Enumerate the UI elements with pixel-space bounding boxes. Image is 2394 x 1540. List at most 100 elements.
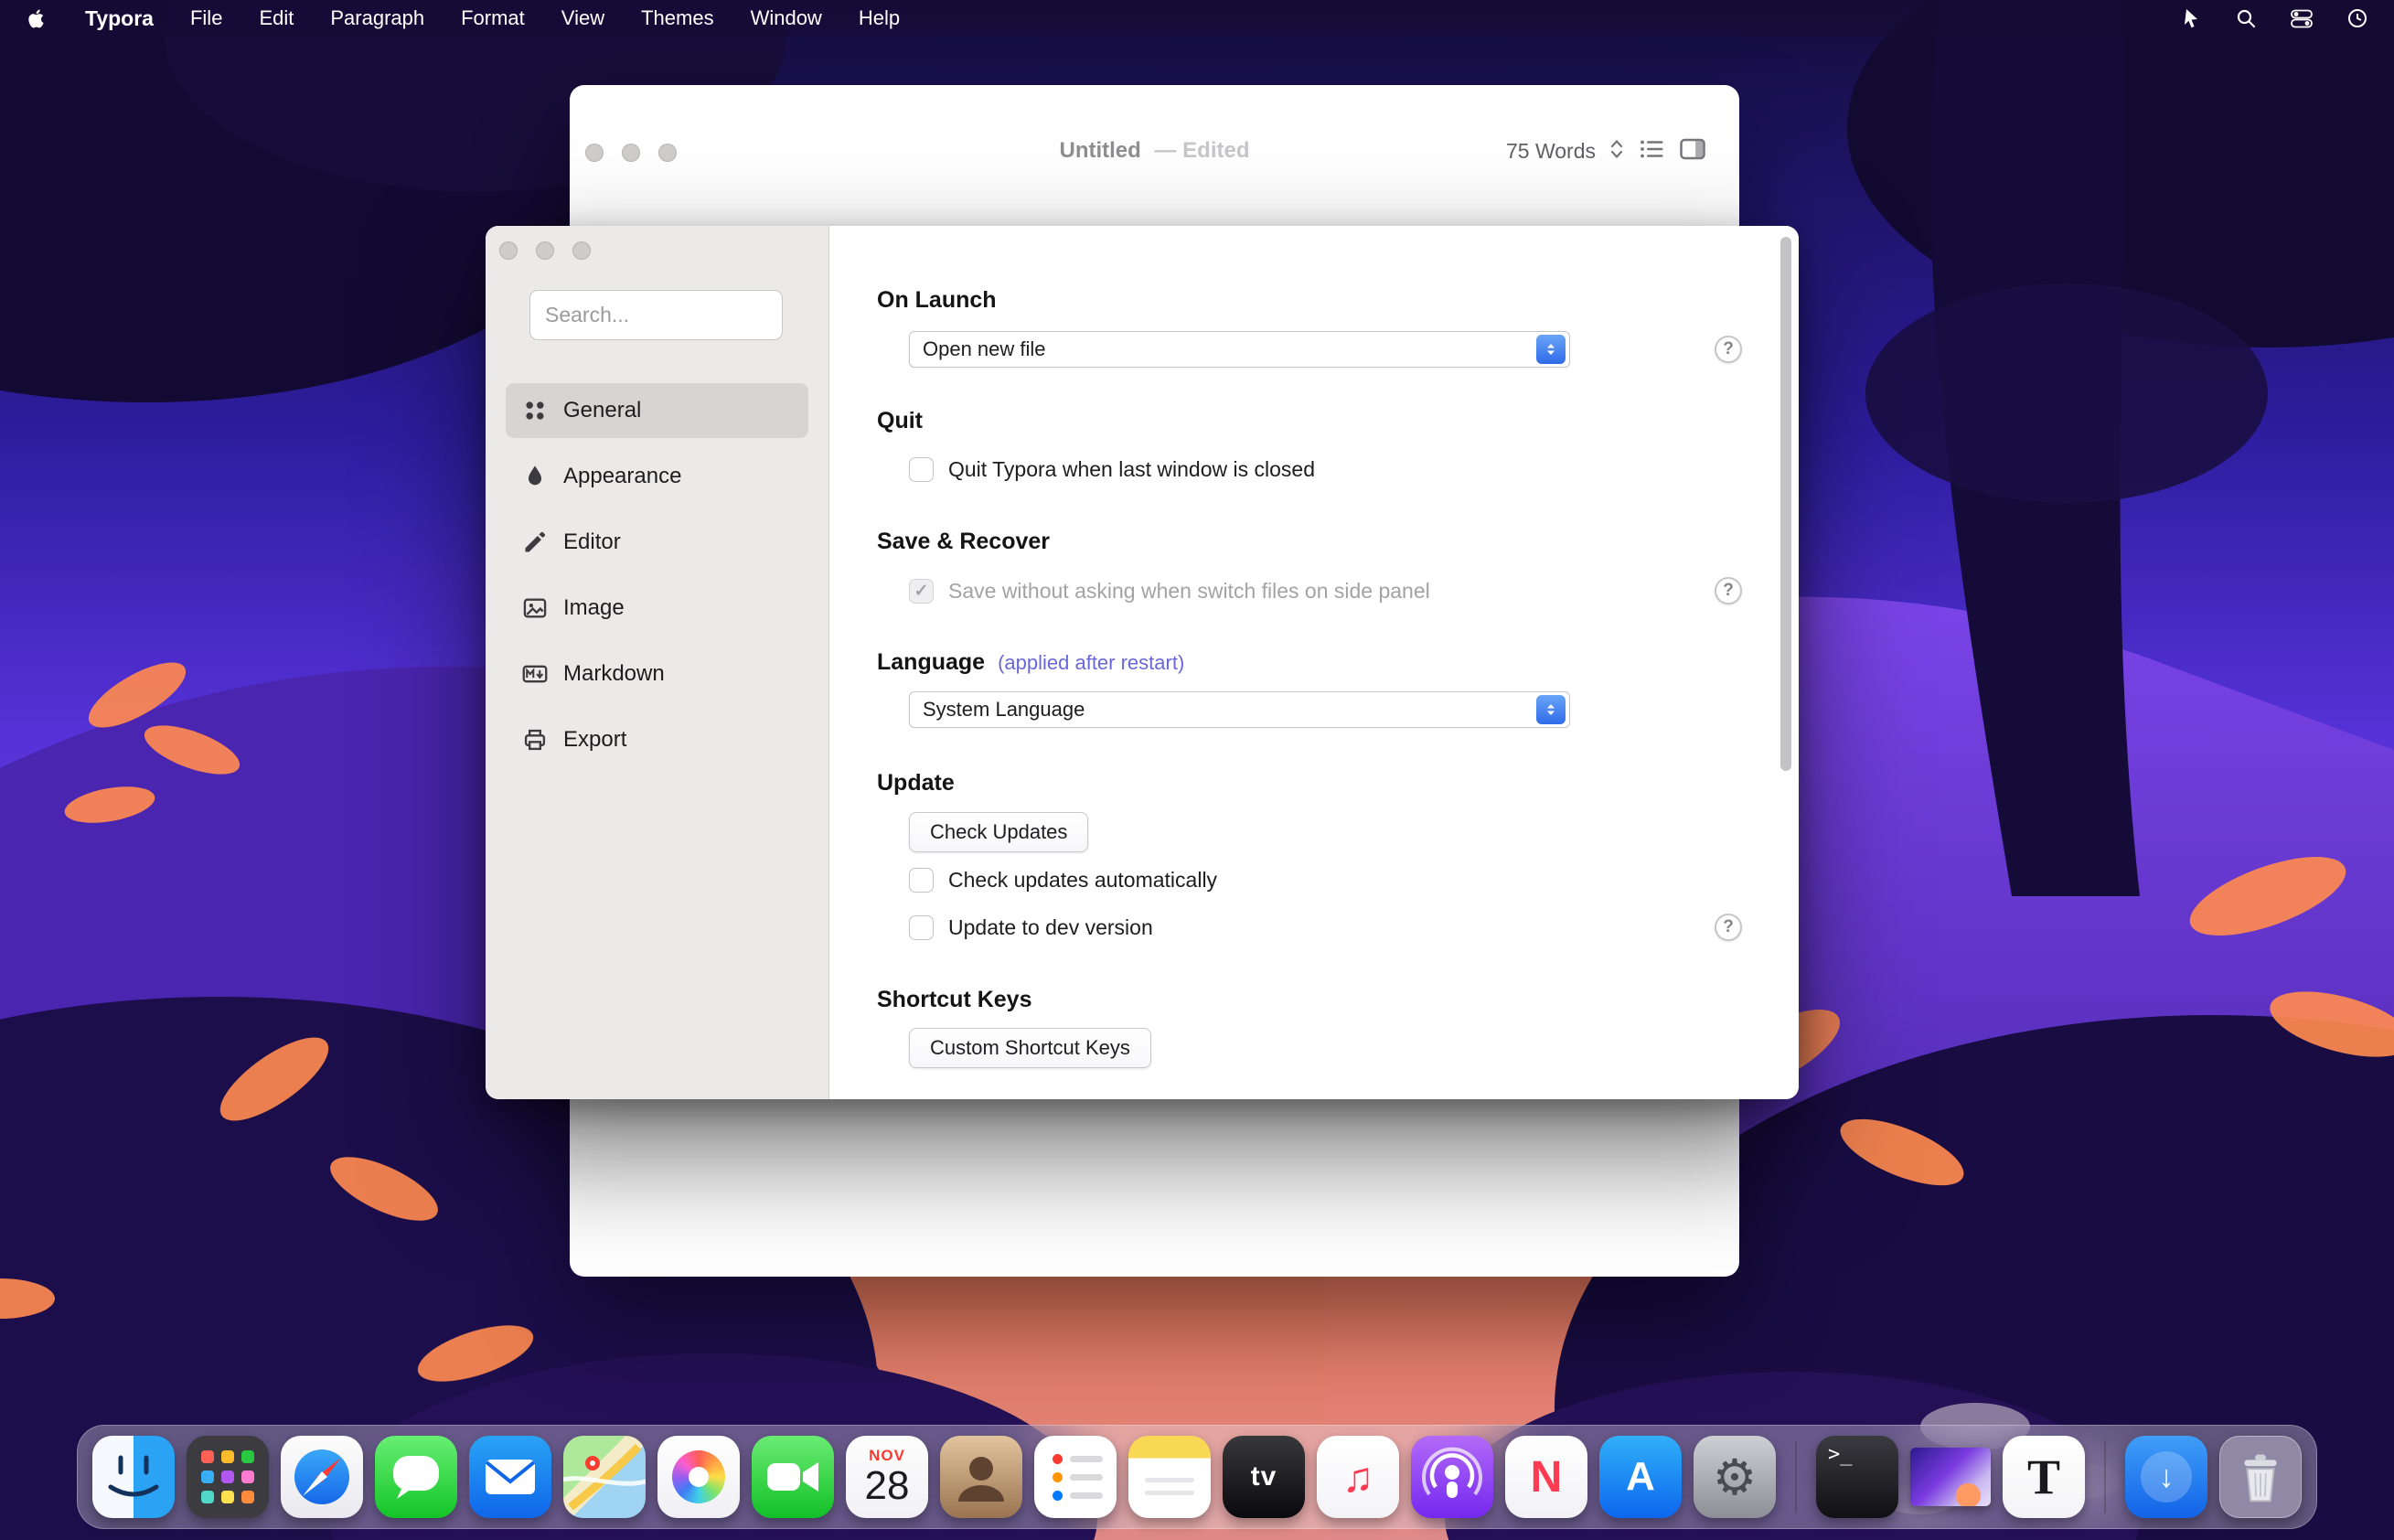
calendar-day: 28: [865, 1466, 910, 1506]
preferences-nav: General Appearance Editor Image: [506, 383, 808, 778]
appearance-icon: [522, 464, 548, 489]
language-select[interactable]: System Language: [909, 691, 1570, 728]
document-title: Untitled: [1059, 138, 1140, 163]
sidebar-item-label: Image: [563, 595, 625, 621]
dev-update-checkbox[interactable]: [909, 915, 934, 940]
dock-finder-icon[interactable]: [92, 1436, 175, 1518]
preferences-sidebar: General Appearance Editor Image: [486, 226, 829, 1099]
dock-news-icon[interactable]: N: [1505, 1436, 1587, 1518]
dock-mail-icon[interactable]: [469, 1436, 551, 1518]
language-value: System Language: [923, 698, 1085, 722]
dock-typora-icon[interactable]: T: [2003, 1436, 2085, 1518]
sidebar-item-export[interactable]: Export: [506, 712, 808, 767]
preferences-window: General Appearance Editor Image: [486, 226, 1799, 1099]
sidebar-item-editor[interactable]: Editor: [506, 515, 808, 570]
check-updates-button[interactable]: Check Updates: [909, 812, 1088, 852]
prefs-minimize-button[interactable]: [536, 241, 554, 260]
dock: NOV 28 tv ♫ N A ⚙ >_ T ↓: [77, 1425, 2317, 1529]
dock-facetime-icon[interactable]: [752, 1436, 834, 1518]
gear-icon: ⚙: [1713, 1449, 1757, 1506]
dock-settings-icon[interactable]: ⚙: [1694, 1436, 1776, 1518]
sidebar-item-label: Editor: [563, 529, 621, 555]
markdown-icon: [522, 661, 548, 687]
dock-photos-icon[interactable]: [657, 1436, 740, 1518]
on-launch-value: Open new file: [923, 337, 1046, 361]
preferences-panel: On Launch Open new file ? Quit Quit Typo…: [829, 226, 1799, 1099]
quit-checkbox[interactable]: [909, 457, 934, 482]
dock-reminders-icon[interactable]: [1034, 1436, 1117, 1518]
language-title: Language: [877, 649, 985, 676]
sidebar-toggle-icon[interactable]: [1679, 135, 1706, 167]
save-checkbox[interactable]: [909, 579, 934, 604]
section-update: Update: [877, 770, 955, 797]
dock-downloads-icon[interactable]: ↓: [2125, 1436, 2207, 1518]
auto-update-checkbox[interactable]: [909, 868, 934, 893]
dev-update-help-icon[interactable]: ?: [1715, 914, 1742, 941]
dock-messages-icon[interactable]: [375, 1436, 457, 1518]
sidebar-item-appearance[interactable]: Appearance: [506, 449, 808, 504]
cursor-icon[interactable]: [2180, 7, 2202, 29]
word-count-stepper-icon[interactable]: [1609, 137, 1624, 166]
section-language: Language (applied after restart): [877, 649, 1184, 676]
edited-suffix: — Edited: [1154, 138, 1249, 163]
prefs-zoom-button[interactable]: [572, 241, 591, 260]
menu-view[interactable]: View: [561, 6, 604, 30]
menu-file[interactable]: File: [190, 6, 222, 30]
menu-format[interactable]: Format: [461, 6, 525, 30]
control-center-icon[interactable]: [2290, 7, 2314, 29]
select-stepper-icon: [1536, 335, 1566, 364]
menu-edit[interactable]: Edit: [259, 6, 294, 30]
calendar-month: NOV: [869, 1448, 905, 1463]
prefs-close-button[interactable]: [499, 241, 518, 260]
image-icon: [522, 595, 548, 621]
menu-bar: Typora File Edit Paragraph Format View T…: [0, 0, 2394, 37]
dock-appletv-icon[interactable]: tv: [1223, 1436, 1305, 1518]
app-menu-typora[interactable]: Typora: [85, 6, 154, 31]
dock-appstore-icon[interactable]: A: [1599, 1436, 1682, 1518]
clock-icon[interactable]: [2346, 7, 2368, 29]
quit-checkbox-label: Quit Typora when last window is closed: [948, 457, 1315, 482]
dock-launchpad-icon[interactable]: [187, 1436, 269, 1518]
custom-shortcut-keys-button[interactable]: Custom Shortcut Keys: [909, 1028, 1151, 1068]
menu-paragraph[interactable]: Paragraph: [330, 6, 424, 30]
general-icon: [522, 398, 548, 423]
dock-podcasts-icon[interactable]: [1411, 1436, 1493, 1518]
sidebar-item-markdown[interactable]: Markdown: [506, 647, 808, 701]
dock-notes-icon[interactable]: [1128, 1436, 1211, 1518]
dock-maps-icon[interactable]: [563, 1436, 646, 1518]
dock-music-icon[interactable]: ♫: [1317, 1436, 1399, 1518]
menu-help[interactable]: Help: [859, 6, 900, 30]
terminal-prompt-glyph: >_: [1828, 1443, 1853, 1466]
dock-separator: [1795, 1440, 1797, 1513]
auto-update-label: Check updates automatically: [948, 868, 1217, 893]
save-checkbox-row: Save without asking when switch files on…: [909, 578, 1430, 604]
tv-glyph: tv: [1251, 1461, 1277, 1492]
section-quit: Quit: [877, 408, 923, 434]
on-launch-select[interactable]: Open new file: [909, 331, 1570, 368]
spotlight-search-icon[interactable]: [2235, 7, 2257, 29]
dock-trash-icon[interactable]: [2219, 1436, 2302, 1518]
word-count[interactable]: 75 Words: [1506, 139, 1596, 164]
on-launch-help-icon[interactable]: ?: [1715, 336, 1742, 363]
section-on-launch: On Launch: [877, 287, 997, 314]
sidebar-item-general[interactable]: General: [506, 383, 808, 438]
dock-contacts-icon[interactable]: [940, 1436, 1022, 1518]
save-help-icon[interactable]: ?: [1715, 577, 1742, 604]
dock-screenshot-thumbnail[interactable]: [1910, 1448, 1991, 1506]
dock-terminal-icon[interactable]: >_: [1816, 1436, 1898, 1518]
apple-menu-icon[interactable]: [26, 7, 48, 30]
export-icon: [522, 727, 548, 753]
appstore-glyph: A: [1626, 1454, 1655, 1500]
music-note-glyph: ♫: [1342, 1452, 1374, 1502]
dock-calendar-icon[interactable]: NOV 28: [846, 1436, 928, 1518]
pencil-icon: [522, 529, 548, 555]
dock-safari-icon[interactable]: [281, 1436, 363, 1518]
sidebar-item-image[interactable]: Image: [506, 581, 808, 636]
section-shortcut-keys: Shortcut Keys: [877, 987, 1031, 1013]
menu-themes[interactable]: Themes: [641, 6, 713, 30]
outline-list-icon[interactable]: [1638, 135, 1665, 167]
sidebar-item-label: Markdown: [563, 661, 665, 687]
search-input[interactable]: [529, 290, 783, 340]
scrollbar[interactable]: [1780, 237, 1791, 771]
menu-window[interactable]: Window: [751, 6, 822, 30]
